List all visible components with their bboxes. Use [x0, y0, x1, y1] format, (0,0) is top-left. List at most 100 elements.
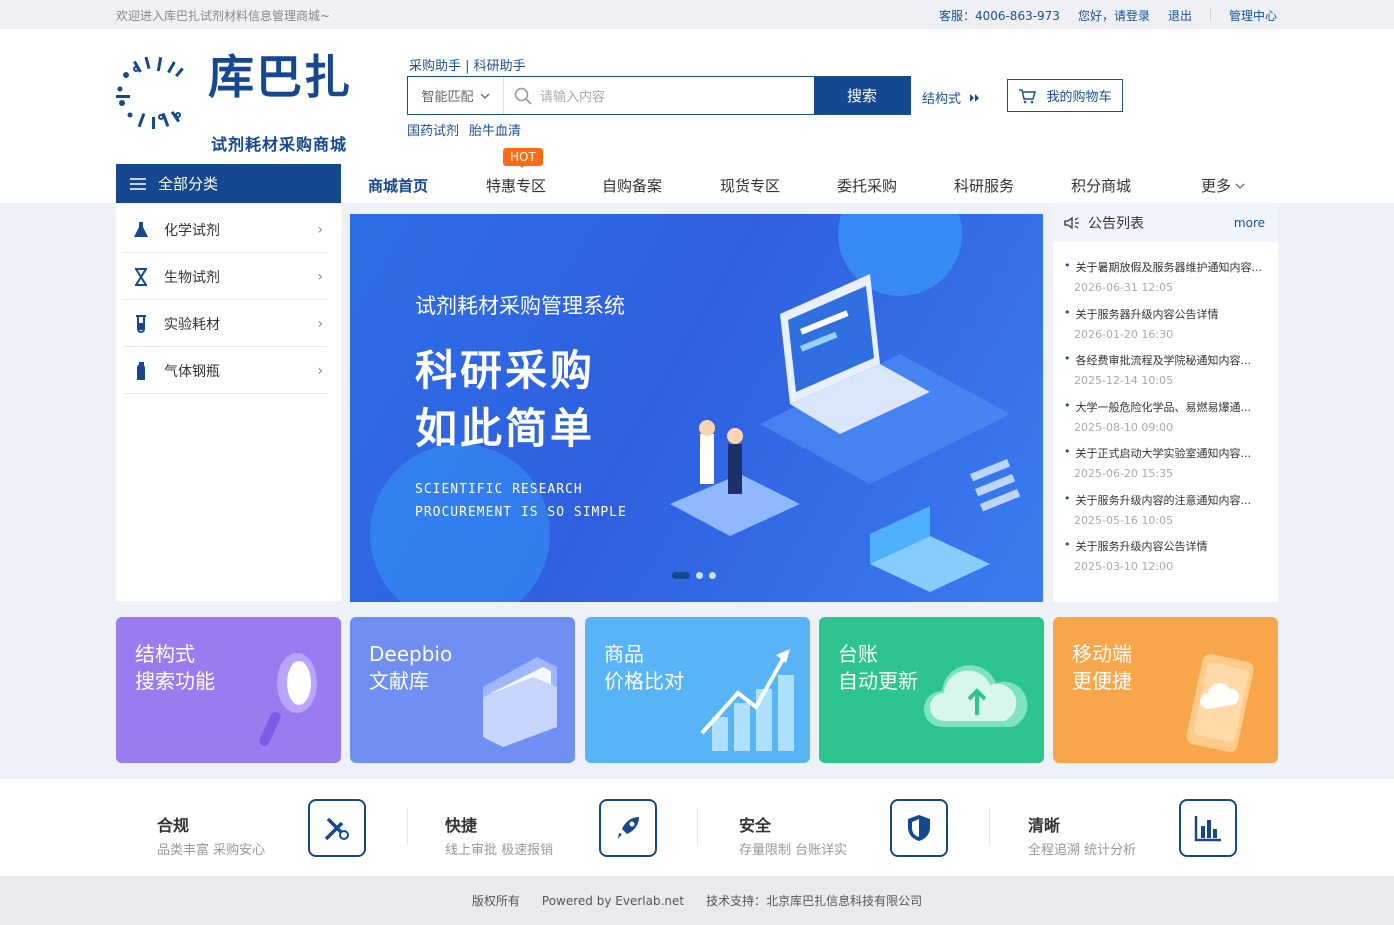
notice-item-title: 关于正式启动大学实验室通知内容...	[1064, 445, 1272, 461]
chevron-right-icon: ›	[317, 221, 323, 238]
admin-center-link[interactable]: 管理中心	[1229, 7, 1277, 24]
hot-badge: HOT	[503, 148, 543, 168]
hot-link[interactable]: 胎牛血清	[469, 120, 521, 139]
notice-item-date: 2026-01-20 16:30	[1074, 327, 1174, 341]
banner-subtitle: 试剂耗材采购管理系统	[415, 294, 625, 318]
advantage-clear: 清晰 全程追溯 统计分析	[1028, 779, 1239, 876]
logo[interactable]: 库巴扎 试剂耗材采购商城	[116, 50, 356, 154]
notice-item[interactable]: 关于服务器升级内容公告详情 2026-01-20 16:30	[1064, 306, 1278, 353]
search-placeholder: 请输入内容	[540, 90, 606, 105]
feature-line: Deepbio	[369, 642, 453, 666]
advantage-desc: 全程追溯 统计分析	[1028, 843, 1137, 858]
feature-line: 搜索功能	[135, 669, 215, 693]
notice-item[interactable]: 大学一般危险化学品、易燃易爆通... 2025-08-10 09:00	[1064, 399, 1278, 446]
notice-more-link[interactable]: more	[1234, 216, 1265, 230]
chevron-right-icon: ›	[317, 362, 323, 379]
nav-specials[interactable]: 特惠专区	[486, 175, 546, 196]
divider	[407, 808, 408, 846]
cloud-upload-icon	[924, 665, 1028, 727]
top-bar-links: 客服：4006-863-973 您好，请登录 退出 管理中心	[939, 7, 1277, 24]
nav-home[interactable]: 商城首页	[368, 175, 428, 196]
brand-name: 库巴扎	[208, 50, 352, 104]
flask-icon	[128, 221, 154, 239]
category-label: 化学试剂	[164, 222, 220, 239]
login-link[interactable]: 您好，请登录	[1078, 7, 1150, 24]
gas-cylinder-icon	[128, 361, 154, 380]
feature-text: 商品 价格比对	[604, 641, 684, 695]
category-chemical-reagents[interactable]: 化学试剂 ›	[124, 207, 327, 253]
advantage-compliance: 合规 品类丰富 采购安心	[157, 779, 367, 876]
hero-banner[interactable]: 试剂耗材采购管理系统 科研采购 如此简单 SCIENTIFIC RESEARCH…	[350, 214, 1043, 602]
carousel-dots	[672, 572, 716, 579]
search-helpers[interactable]: 采购助手 | 科研助手	[409, 55, 526, 74]
notice-item-title: 各经费审批流程及学院秘通知内容...	[1064, 352, 1272, 368]
notice-item-title: 关于暑期放假及服务器维护通知内容...	[1064, 259, 1272, 275]
banner-english-line: SCIENTIFIC RESEARCH	[415, 482, 583, 497]
cart-button[interactable]: 我的购物车	[1007, 79, 1123, 112]
banner-headline: 科研采购 如此简单	[415, 342, 595, 458]
search-icon	[514, 87, 532, 105]
nav-in-stock[interactable]: 现货专区	[720, 175, 780, 196]
header: 库巴扎 试剂耗材采购商城 采购助手 | 科研助手 智能匹配 请输入内容 搜索 国…	[0, 29, 1394, 203]
category-bio-reagents[interactable]: 生物试剂 ›	[124, 254, 327, 300]
footer-powered[interactable]: Powered by Everlab.net	[542, 894, 684, 908]
tools-icon	[308, 799, 366, 857]
category-lab-consumables[interactable]: 实验耗材 ›	[124, 301, 327, 347]
logout-link[interactable]: 退出	[1168, 7, 1192, 24]
feature-line: 价格比对	[604, 669, 684, 693]
category-label: 生物试剂	[164, 269, 220, 286]
nav-points-mall[interactable]: 积分商城	[1071, 175, 1131, 196]
folder-icon	[483, 657, 557, 747]
advantages-strip: 合规 品类丰富 采购安心 快捷 线上审批 极速报销 安全 存量限制 台账详实 清…	[0, 779, 1394, 876]
feature-mobile[interactable]: 移动端 更便捷	[1053, 617, 1278, 763]
notice-panel: 公告列表 more 关于暑期放假及服务器维护通知内容... 2026-06-31 …	[1053, 204, 1278, 602]
feature-ledger-update[interactable]: 台账 自动更新	[819, 617, 1044, 763]
search-input[interactable]: 请输入内容	[504, 77, 814, 114]
category-gas-cylinders[interactable]: 气体钢瓶 ›	[124, 348, 327, 394]
cart-icon	[1019, 88, 1037, 103]
notice-item-title: 关于服务器升级内容公告详情	[1064, 306, 1272, 322]
nav-more[interactable]: 更多	[1201, 175, 1245, 196]
feature-line: 文献库	[369, 669, 429, 693]
hot-search-links: 国药试剂 胎牛血清	[407, 120, 521, 139]
notice-item[interactable]: 各经费审批流程及学院秘通知内容... 2025-12-14 10:05	[1064, 352, 1278, 399]
advantage-title: 安全	[739, 816, 772, 835]
nav-entrusted[interactable]: 委托采购	[837, 175, 897, 196]
shield-icon	[890, 799, 948, 857]
feature-text: 台账 自动更新	[838, 641, 918, 695]
double-arrow-icon	[970, 93, 980, 102]
notice-item[interactable]: 关于正式启动大学实验室通知内容... 2025-06-20 15:35	[1064, 445, 1278, 492]
advantage-title: 合规	[157, 816, 190, 835]
top-bar: 欢迎进入库巴扎试剂材料信息管理商城~ 客服：4006-863-973 您好，请登…	[0, 0, 1394, 29]
banner-headline-line: 如此简单	[415, 404, 596, 453]
hot-link[interactable]: 国药试剂	[407, 120, 459, 139]
all-categories-label: 全部分类	[158, 175, 219, 193]
structure-search-link[interactable]: 结构式	[922, 88, 981, 107]
tablet-icon	[1186, 654, 1254, 752]
banner-headline-line: 科研采购	[415, 346, 596, 395]
notice-item-date: 2025-08-10 09:00	[1074, 420, 1174, 434]
feature-text: Deepbio 文献库	[369, 641, 452, 695]
notice-item-date: 2025-05-16 10:05	[1074, 513, 1174, 527]
feature-price-compare[interactable]: 商品 价格比对	[585, 617, 810, 763]
carousel-dot[interactable]	[672, 572, 690, 579]
search-bar: 智能匹配 请输入内容 搜索	[407, 76, 911, 115]
all-categories-button[interactable]: 全部分类	[116, 164, 341, 203]
chevron-down-icon	[480, 93, 489, 99]
feature-structure-search[interactable]: 结构式 搜索功能	[116, 617, 341, 763]
nav-research-services[interactable]: 科研服务	[954, 175, 1014, 196]
chevron-right-icon: ›	[317, 268, 323, 285]
nav-self-purchase[interactable]: 自购备案	[602, 175, 662, 196]
carousel-dot[interactable]	[709, 572, 716, 579]
carousel-dot[interactable]	[696, 572, 703, 579]
search-mode-select[interactable]: 智能匹配	[408, 77, 504, 114]
notice-item[interactable]: 关于暑期放假及服务器维护通知内容... 2026-06-31 12:05	[1064, 259, 1278, 306]
search-button[interactable]: 搜索	[814, 77, 910, 114]
divider	[1209, 8, 1211, 21]
advantage-fast: 快捷 线上审批 极速报销	[445, 779, 659, 876]
notice-item[interactable]: 关于服务升级内容公告详情 2025-03-10 12:00	[1064, 538, 1278, 585]
notice-item[interactable]: 关于服务升级内容的注意通知内容... 2025-05-16 10:05	[1064, 492, 1278, 539]
footer-support: 技术支持：北京库巴扎信息科技有限公司	[706, 894, 923, 908]
feature-deepbio[interactable]: Deepbio 文献库	[350, 617, 575, 763]
test-tube-icon	[128, 314, 154, 333]
